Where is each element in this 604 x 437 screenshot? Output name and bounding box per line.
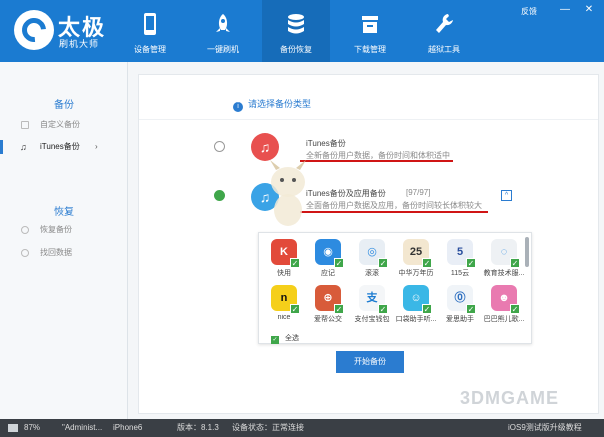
taiji-logo-icon <box>14 10 54 50</box>
battery-icon <box>8 424 18 432</box>
upgrade-tutorial-link[interactable]: iOS9测试版升级教程 <box>508 419 582 437</box>
option-itunes-app-title: iTunes备份及应用备份 <box>306 189 386 198</box>
status-bar: 87% "Administ... iPhone6 版本：8.1.3 设备状态：正… <box>0 419 604 437</box>
itunes-icon: ♫ <box>251 133 279 161</box>
nav-label: 越狱工具 <box>428 45 460 54</box>
wrench-icon <box>436 14 453 33</box>
scrollbar[interactable] <box>525 237 529 267</box>
mascot-icon <box>270 160 306 226</box>
app-item[interactable]: 支 ✓ 支付宝钱包 <box>351 285 393 324</box>
nav-label: 一键刷机 <box>207 45 239 54</box>
sidebar-item-label: 找回数据 <box>40 248 72 257</box>
app-item[interactable]: n ✓ nice <box>263 285 305 321</box>
app-item[interactable]: ⓪ ✓ 爱思助手 <box>439 285 481 324</box>
app-count: [97/97] <box>406 188 431 197</box>
app-item[interactable]: ◉ ✓ 应记 <box>307 239 349 278</box>
info-text: 请选择备份类型 <box>248 99 312 109</box>
music-note-icon: ♫ <box>20 142 27 152</box>
feedback-link[interactable]: 反馈 <box>521 6 537 17</box>
select-all-label: 全选 <box>285 335 299 342</box>
battery-level: 87% <box>24 423 41 432</box>
sidebar-restore-heading: 恢复 <box>54 207 74 218</box>
device-status: 设备状态：正常连接 <box>232 423 304 432</box>
app-item[interactable]: ◌ ✓ 教育技术服... <box>483 239 525 278</box>
app-item[interactable]: K ✓ 快用 <box>263 239 305 278</box>
rocket-icon <box>216 14 230 32</box>
app-list-box: K ✓ 快用 ◉ ✓ 应记 ◎ ✓ 滚滚 25 ✓ 中华万年历 5 ✓ 115云 ◌ ✓ 教… <box>258 232 532 344</box>
radio-itunes-app-backup[interactable] <box>214 190 225 201</box>
chevron-right-icon: › <box>95 142 98 151</box>
minimize-button[interactable]: — <box>558 4 572 16</box>
download-box-icon <box>362 16 378 33</box>
circle-icon <box>21 249 29 257</box>
nav-label: 下载管理 <box>354 45 386 54</box>
nav-label: 设备管理 <box>134 45 166 54</box>
database-icon <box>288 14 304 34</box>
app-item[interactable]: 5 ✓ 115云 <box>439 239 481 278</box>
backup-type-prompt: i 请选择备份类型 <box>233 97 311 112</box>
checkbox-icon <box>21 121 29 129</box>
brand-subtitle: 刷机大师 <box>59 39 100 49</box>
sidebar-item-custom-backup[interactable]: 自定义备份 <box>0 116 128 134</box>
app-item[interactable]: ☺ ✓ 口袋助手听... <box>395 285 437 324</box>
sidebar-item-label: 自定义备份 <box>40 120 80 129</box>
close-button[interactable]: ✕ <box>582 4 596 16</box>
red-underline <box>300 160 453 162</box>
nav-one-click-flash[interactable]: 一键刷机 <box>189 0 257 62</box>
sidebar-backup-heading: 备份 <box>54 100 74 111</box>
app-item[interactable]: ⊕ ✓ 爱帮公交 <box>307 285 349 324</box>
device-name: "Administ... <box>62 423 103 432</box>
sidebar-item-itunes-backup[interactable]: ♫ iTunes备份 › <box>0 138 128 156</box>
nav-label: 备份恢复 <box>280 45 312 54</box>
red-underline <box>300 211 488 213</box>
circle-icon <box>21 226 29 234</box>
start-backup-button[interactable]: 开始备份 <box>336 351 404 373</box>
device-model: iPhone6 <box>113 423 143 432</box>
nav-backup-restore[interactable]: 备份恢复 <box>262 0 330 62</box>
option-itunes-app-desc: 全面备份用户数据及应用，备份时间较长体积较大 <box>306 201 482 210</box>
app-item[interactable]: ◎ ✓ 滚滚 <box>351 239 393 278</box>
divider <box>139 119 598 120</box>
nav-jailbreak-tools[interactable]: 越狱工具 <box>410 0 478 62</box>
ios-version: 版本：8.1.3 <box>177 423 219 432</box>
watermark: 3DMGAME <box>460 388 560 408</box>
top-bar: 太极 刷机大师 设备管理 一键刷机 备份恢复 下载管理 越狱工具 反馈 — ✕ <box>0 0 604 62</box>
app-item[interactable]: 25 ✓ 中华万年历 <box>395 239 437 278</box>
checkbox-checked-icon: ✓ <box>271 336 279 344</box>
active-indicator <box>0 140 3 154</box>
sidebar-item-recover-data[interactable]: 找回数据 <box>0 244 128 262</box>
sidebar-item-label: iTunes备份 <box>40 142 80 151</box>
sidebar-item-label: 恢复备份 <box>40 225 72 234</box>
radio-itunes-backup[interactable] <box>214 141 225 152</box>
info-icon: i <box>233 102 243 112</box>
select-all-checkbox[interactable]: ✓ 全选 <box>271 333 299 344</box>
app-item[interactable]: ☻ ✓ 巴巴熊儿歌... <box>483 285 525 324</box>
nav-device-manage[interactable]: 设备管理 <box>116 0 184 62</box>
phone-icon <box>144 13 156 35</box>
nav-download-manage[interactable]: 下载管理 <box>336 0 404 62</box>
option-itunes-title: iTunes备份 <box>306 139 346 148</box>
sidebar: 备份 自定义备份 ♫ iTunes备份 › 恢复 恢复备份 找回数据 <box>0 62 128 419</box>
chevron-up-icon[interactable]: ^ <box>501 190 512 201</box>
sidebar-item-restore-backup[interactable]: 恢复备份 <box>0 221 128 239</box>
